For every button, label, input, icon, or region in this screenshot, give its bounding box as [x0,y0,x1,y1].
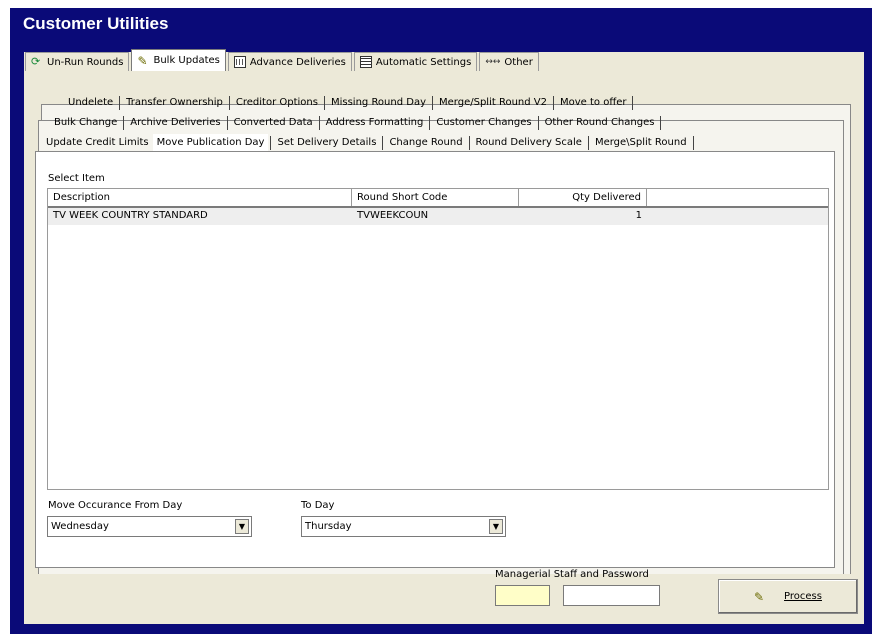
sub-tab-creditor-options[interactable]: Creditor Options [232,94,322,111]
tab-advance-deliveries[interactable]: Advance Deliveries [227,52,352,71]
sub-tab-undelete[interactable]: Undelete [64,94,117,111]
column-header-qty-delivered[interactable]: Qty Delivered [519,189,647,206]
select-item-label: Select Item [48,173,105,184]
tab-label: Other [504,56,533,68]
from-day-select[interactable]: Wednesday ▼ [47,516,252,537]
sub-tab-transfer-ownership[interactable]: Transfer Ownership [122,94,227,111]
wand-icon: ✎ [137,53,148,68]
sub-tab-round-delivery-scale[interactable]: Round Delivery Scale [472,134,586,151]
sub-tab-bulk-change[interactable]: Bulk Change [50,114,121,131]
tab-automatic-settings[interactable]: Automatic Settings [353,52,478,71]
sub-tab-row-2: Bulk Change Archive Deliveries Converted… [50,114,663,131]
password-field[interactable] [563,585,660,606]
sub-tab-update-credit-limits[interactable]: Update Credit Limits [42,134,153,151]
staff-code-field[interactable] [495,585,550,606]
tab-label: Un-Run Rounds [47,56,124,68]
sub-tab-other-round-changes[interactable]: Other Round Changes [541,114,659,131]
sub-tab-row-1: Undelete Transfer Ownership Creditor Opt… [64,94,635,111]
cell-qty-delivered: 1 [635,210,642,221]
column-header-description[interactable]: Description [48,189,352,206]
column-header-round-short-code[interactable]: Round Short Code [352,189,519,206]
process-button[interactable]: ✎ Process [718,579,858,614]
from-day-value: Wednesday [51,521,109,532]
cell-round-short-code: TVWEEKCOUN [357,210,429,221]
table-row[interactable]: TV WEEK COUNTRY STANDARD TVWEEKCOUN 1 [48,208,828,225]
to-day-value: Thursday [305,521,352,532]
tab-un-run-rounds[interactable]: ⟳ Un-Run Rounds [25,52,130,71]
password-label: Managerial Staff and Password [495,569,649,580]
arrows-icon: ↔↔ [485,57,501,67]
column-header-filler [647,189,828,206]
sub-tab-move-to-offer[interactable]: Move to offer [556,94,630,111]
sub-tab-change-round[interactable]: Change Round [385,134,466,151]
to-day-label: To Day [301,500,335,511]
cell-filler [647,208,828,225]
chevron-down-icon[interactable]: ▼ [489,519,503,534]
sub-tab-customer-changes[interactable]: Customer Changes [432,114,535,131]
select-item-grid[interactable]: Description Round Short Code Qty Deliver… [47,188,829,490]
sub-tab-row-3: Update Credit Limits Move Publication Da… [42,134,696,151]
sub-tab-merge-split-round[interactable]: Merge\Split Round [591,134,691,151]
sub-tab-move-publication-day[interactable]: Move Publication Day [152,134,269,151]
process-button-label: Process [784,591,822,602]
sub-tab-archive-deliveries[interactable]: Archive Deliveries [126,114,224,131]
from-day-label: Move Occurance From Day [48,500,183,511]
tab-label: Bulk Updates [153,55,220,66]
tab-other[interactable]: ↔↔ Other [479,52,539,71]
chevron-down-icon[interactable]: ▼ [235,519,249,534]
refresh-icon: ⟳ [31,55,41,68]
sub-tab-converted-data[interactable]: Converted Data [230,114,317,131]
tab-label: Advance Deliveries [249,56,346,68]
calendar-icon [233,56,246,68]
sub-tab-address-formatting[interactable]: Address Formatting [322,114,428,131]
sub-tab-merge-split-round-v2[interactable]: Merge/Split Round V2 [435,94,551,111]
window-title: Customer Utilities [23,14,169,33]
sub-tab-set-delivery-details[interactable]: Set Delivery Details [273,134,380,151]
to-day-select[interactable]: Thursday ▼ [301,516,506,537]
tab-label: Automatic Settings [375,56,472,68]
grid-icon [359,56,372,68]
grid-header: Description Round Short Code Qty Deliver… [48,189,828,208]
sub-tab-missing-round-day[interactable]: Missing Round Day [327,94,430,111]
main-tab-strip: ⟳ Un-Run Rounds ✎ Bulk Updates Advance D… [25,49,541,71]
cell-description: TV WEEK COUNTRY STANDARD [53,210,208,221]
wand-icon: ✎ [754,589,765,604]
tab-bulk-updates[interactable]: ✎ Bulk Updates [131,49,226,71]
